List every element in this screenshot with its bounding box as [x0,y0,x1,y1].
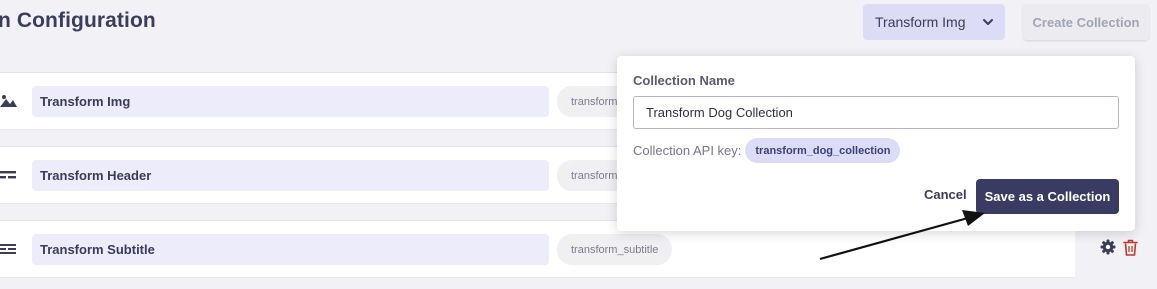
field-name[interactable]: Transform Img [32,86,549,117]
page-title: n Configuration [0,9,156,32]
collection-api-key-row: Collection API key: transform_dog_collec… [633,138,901,163]
template-dropdown-value: Transform Img [875,14,966,30]
field-name[interactable]: Transform Subtitle [32,234,549,265]
header-field-icon [0,171,16,179]
create-collection-popover: Collection Name Collection API key: tran… [617,56,1135,231]
create-collection-button[interactable]: Create Collection [1023,4,1149,40]
collection-name-label: Collection Name [633,73,735,88]
trash-icon[interactable] [1123,239,1138,256]
image-icon [0,95,17,107]
cancel-button[interactable]: Cancel [924,187,967,202]
template-dropdown[interactable]: Transform Img [863,4,1005,40]
field-api-key: transform_subtitle [557,234,673,265]
collection-api-key-label: Collection API key: [633,143,742,158]
gear-icon[interactable] [1100,239,1116,255]
chevron-down-icon [983,19,993,25]
save-as-collection-button[interactable]: Save as a Collection [976,179,1119,214]
collection-api-key-badge: transform_dog_collection [745,138,901,163]
subtitle-field-icon [0,244,16,254]
collection-name-input[interactable] [633,96,1119,129]
field-name[interactable]: Transform Header [32,160,549,191]
